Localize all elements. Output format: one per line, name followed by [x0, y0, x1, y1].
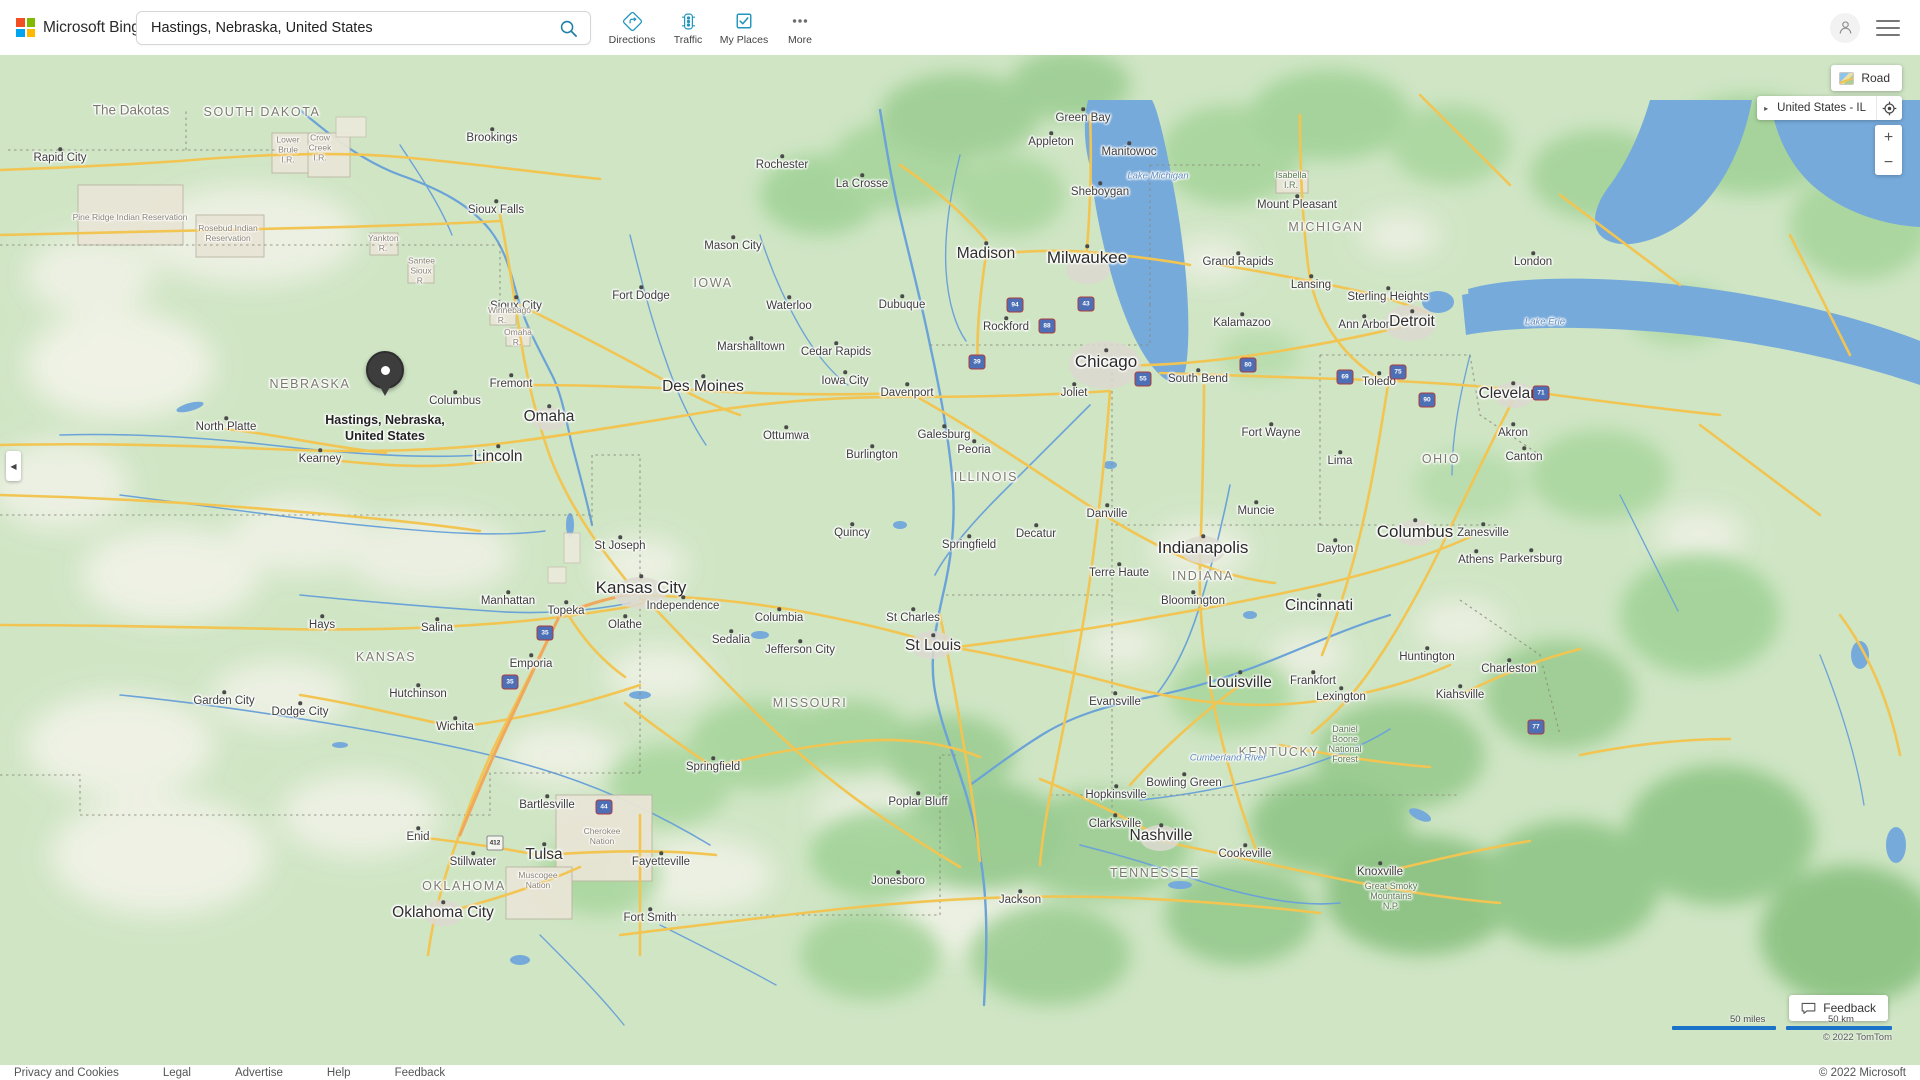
ellipsis-icon — [790, 11, 810, 31]
zoom-controls: + − — [1875, 125, 1902, 175]
search-button[interactable] — [546, 12, 590, 44]
map-viewport[interactable]: The Dakotas SOUTH DAKOTA NEBRASKA IOWA ILLIN… — [0, 55, 1920, 1065]
tool-more[interactable]: More — [772, 6, 828, 46]
person-icon — [1839, 21, 1851, 34]
map-toolbar: Directions Traffic My Places More — [604, 6, 828, 46]
traffic-light-icon — [679, 11, 698, 31]
footer-link-privacy[interactable]: Privacy and Cookies — [0, 1067, 141, 1079]
chevron-left-icon: ◀ — [10, 461, 17, 471]
footer-link-feedback[interactable]: Feedback — [373, 1067, 468, 1079]
search-input[interactable] — [137, 20, 546, 36]
footer-link-legal[interactable]: Legal — [141, 1067, 213, 1079]
tool-my-places[interactable]: My Places — [716, 6, 772, 46]
locale-bar: ▸ United States - IL — [1757, 96, 1902, 120]
account-button[interactable] — [1830, 12, 1860, 43]
scale-miles-label: 50 miles — [1730, 1014, 1766, 1025]
tool-label: Directions — [608, 34, 656, 46]
map-style-button[interactable]: Road — [1831, 65, 1902, 91]
scale-miles-bar — [1672, 1026, 1776, 1030]
locale-label[interactable]: United States - IL — [1775, 102, 1876, 114]
menu-button[interactable] — [1876, 17, 1902, 39]
scale-bar: 50 miles 50 km © 2022 TomTom — [1672, 1009, 1892, 1043]
tool-directions[interactable]: Directions — [604, 6, 660, 46]
search-icon — [560, 20, 577, 37]
brand-label: Microsoft Bing — [43, 18, 140, 36]
search-box[interactable] — [136, 11, 591, 45]
footer-link-advertise[interactable]: Advertise — [213, 1067, 305, 1079]
zoom-out-button[interactable]: − — [1875, 150, 1902, 175]
map-tiles — [0, 55, 1920, 1065]
copyright-label: © 2022 Microsoft — [1818, 1066, 1906, 1079]
side-panel-toggle[interactable]: ◀ — [6, 451, 21, 481]
microsoft-logo-icon — [16, 18, 35, 37]
tool-label: More — [788, 34, 812, 46]
tool-label: Traffic — [673, 34, 703, 46]
bing-logo[interactable]: Microsoft Bing — [16, 18, 140, 37]
map-style-label: Road — [1861, 71, 1890, 85]
tool-label: My Places — [719, 34, 769, 46]
pin-center-dot — [380, 365, 390, 375]
scale-km-bar — [1786, 1026, 1892, 1030]
zoom-in-button[interactable]: + — [1875, 125, 1902, 150]
pin-head — [366, 351, 404, 389]
directions-icon — [622, 11, 642, 31]
scale-km-label: 50 km — [1828, 1014, 1854, 1025]
pin-label: Hastings, Nebraska, United States — [325, 413, 445, 444]
locate-me-button[interactable] — [1876, 96, 1902, 120]
pin-tail — [379, 385, 391, 396]
page-footer: Privacy and Cookies Legal Advertise Help… — [0, 1065, 1920, 1080]
pin-label-line1: Hastings, Nebraska, — [325, 413, 445, 427]
locate-me-icon — [1882, 101, 1897, 115]
data-attribution: © 2022 TomTom — [1822, 1032, 1892, 1043]
map-thumbnail-icon — [1839, 71, 1855, 85]
pin-label-line2: United States — [345, 428, 425, 443]
caret-right-icon[interactable]: ▸ — [1757, 104, 1775, 113]
checkbox-icon — [735, 11, 753, 31]
hamburger-menu-icon — [1876, 19, 1900, 22]
location-pin-icon[interactable] — [366, 351, 404, 396]
footer-link-help[interactable]: Help — [305, 1067, 373, 1079]
header-actions — [1830, 0, 1902, 55]
tool-traffic[interactable]: Traffic — [660, 6, 716, 46]
app-header: Microsoft Bing Directions — [0, 0, 1920, 55]
